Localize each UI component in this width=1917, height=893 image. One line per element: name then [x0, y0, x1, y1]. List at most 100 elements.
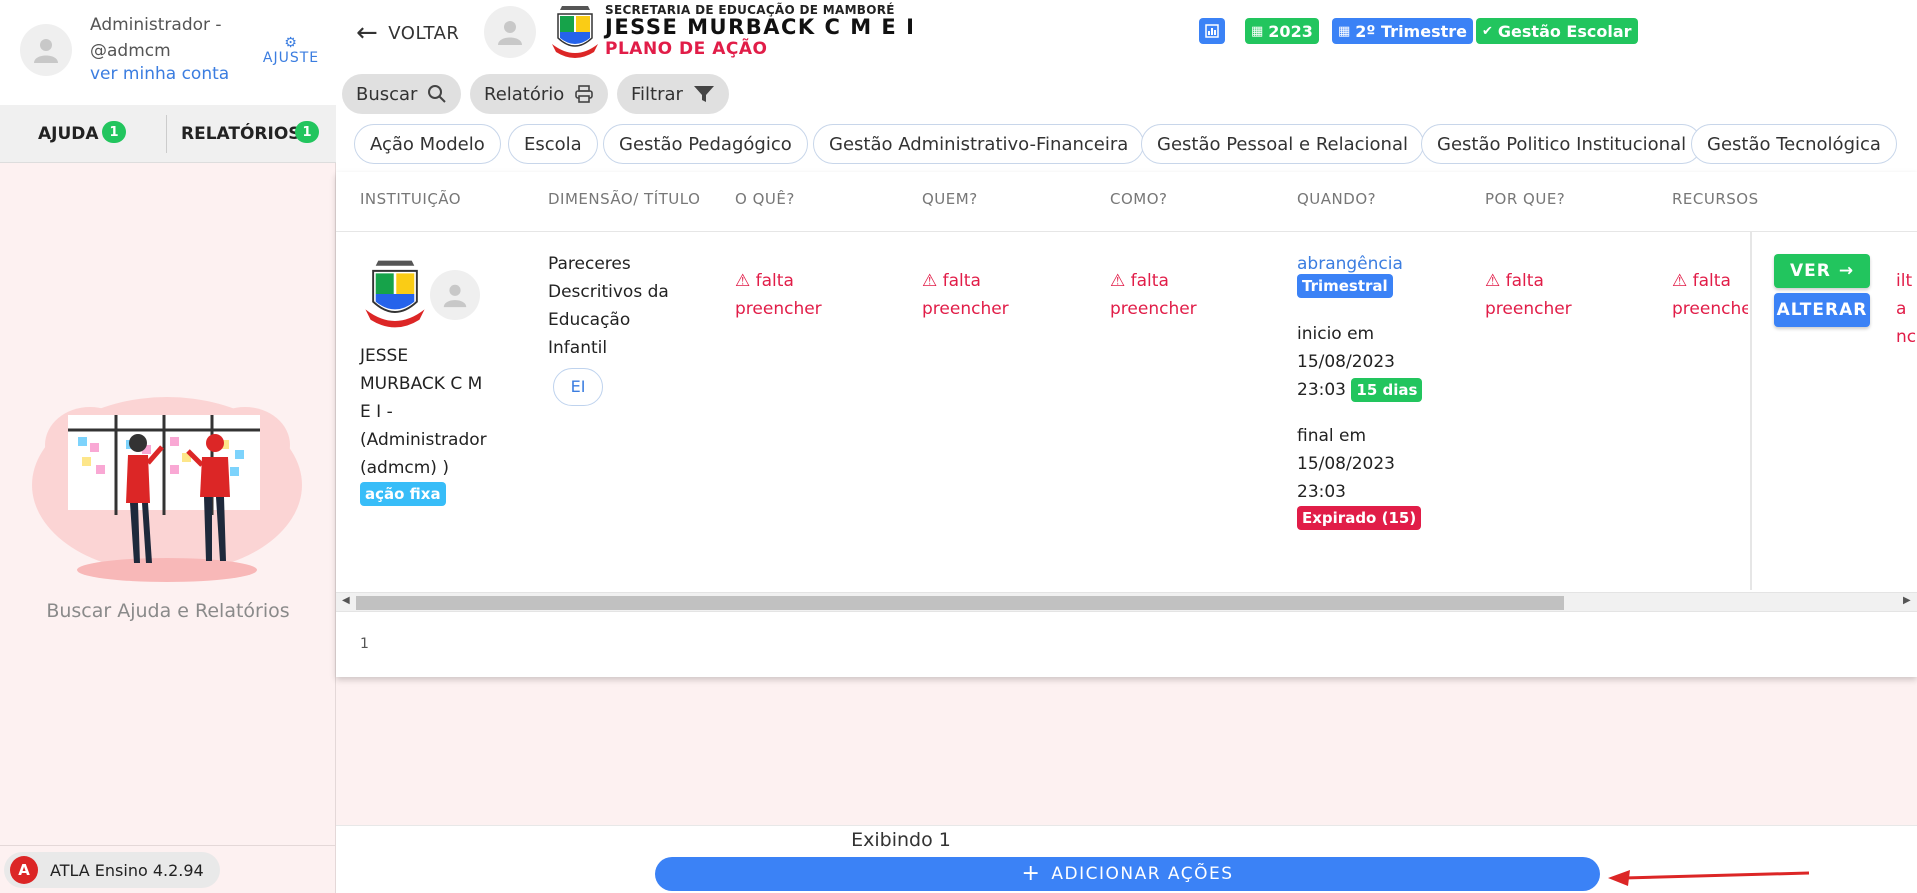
arrow-left-icon: ← [356, 18, 379, 48]
gear-icon: ⚙ [284, 35, 298, 51]
warning-icon: ⚠ [1672, 271, 1688, 291]
filter-chip-gestao-administrativo-financeira[interactable]: Gestão Administrativo-Financeira [813, 124, 1145, 164]
fixed-action-badge: ação fixa [360, 482, 446, 506]
user-avatar [20, 24, 72, 76]
printer-icon [575, 85, 594, 103]
filter-chip-gestao-pessoal-relacional[interactable]: Gestão Pessoal e Relacional [1141, 124, 1424, 164]
start-label: inicio em [1297, 324, 1375, 344]
sidebar-tabs: AJUDA 1 RELATÓRIOS 1 [0, 105, 336, 163]
arrow-right-icon: → [1838, 261, 1855, 281]
tab-reports[interactable]: RELATÓRIOS [181, 105, 301, 163]
start-date: 15/08/2023 [1297, 352, 1395, 372]
tab-help-badge: 1 [102, 121, 126, 143]
result-count: Exibindo 1 [851, 829, 951, 851]
institution-title: JESSE MURBACK C M E I [605, 15, 916, 39]
year-chip[interactable]: ▦ 2023 [1245, 18, 1319, 44]
title-tag-wrap: EI [553, 368, 603, 406]
column-header-institution: INSTITUIÇÃO [360, 190, 462, 208]
scroll-right-icon[interactable]: ▶ [1903, 595, 1911, 606]
end-time: 23:03 [1297, 482, 1346, 502]
term-chip[interactable]: ▦ 2º Trimestre [1332, 18, 1473, 44]
scroll-thumb[interactable] [356, 596, 1564, 610]
bar-chart-icon [1205, 24, 1219, 38]
user-name: Administrador - @admcm [90, 15, 222, 61]
dimension-title: Pareceres Descritivos da Educação Infant… [548, 254, 669, 358]
funnel-icon [693, 86, 714, 102]
filter-chip-gestao-pedagogico[interactable]: Gestão Pedagógico [603, 124, 808, 164]
help-illustration [32, 397, 302, 582]
horizontal-scrollbar[interactable]: ◀ ▶ [336, 592, 1917, 612]
tab-reports-label: RELATÓRIOS [181, 124, 301, 144]
page-number[interactable]: 1 [360, 636, 369, 652]
filter-label: Filtrar [631, 83, 683, 105]
scope-badge: Trimestral [1297, 274, 1393, 298]
institution-crest-icon [365, 260, 425, 328]
version-badge[interactable]: A ATLA Ensino 4.2.94 [4, 852, 220, 888]
ei-tag[interactable]: EI [553, 368, 603, 406]
main-area: ← VOLTAR SECRETARIA DE EDUCAÇÃO DE MAMBO… [336, 0, 1917, 893]
sidebar: Administrador - @admcm ver minha conta ⚙… [0, 0, 336, 893]
warning-icon: ⚠ [735, 271, 751, 291]
search-label: Buscar [356, 83, 418, 105]
account-link[interactable]: ver minha conta [90, 64, 229, 84]
warning-icon: ⚠ [922, 271, 938, 291]
institution-badge-wrap: ação fixa [360, 480, 446, 508]
settings-button[interactable]: ⚙ AJUSTE [258, 36, 324, 66]
header-divider [336, 231, 1917, 232]
mode-label: Gestão Escolar [1497, 21, 1632, 41]
warning-icon: ⚠ [1485, 271, 1501, 291]
calendar-icon: ▦ [1338, 23, 1351, 39]
why-cell[interactable]: ⚠ falta preencher [1485, 267, 1625, 323]
plus-icon: + [1021, 861, 1042, 886]
person-icon [498, 21, 522, 45]
when-cell: abrangência Trimestral inicio em 15/08/2… [1297, 250, 1447, 532]
institution-avatar [484, 6, 536, 58]
tab-help-label: AJUDA [38, 124, 99, 144]
footer: Exibindo 1 + ADICIONAR AÇÕES [336, 825, 1917, 893]
search-button[interactable]: Buscar [342, 74, 462, 114]
scroll-left-icon[interactable]: ◀ [342, 595, 350, 606]
help-search-text[interactable]: Buscar Ajuda e Relatórios [0, 600, 336, 622]
what-cell[interactable]: ⚠ falta preencher [735, 267, 875, 323]
add-actions-button[interactable]: + ADICIONAR AÇÕES [655, 857, 1600, 891]
view-button[interactable]: VER → [1774, 254, 1870, 288]
filter-chip-acao-modelo[interactable]: Ação Modelo [354, 124, 501, 164]
report-button[interactable]: Relatório [470, 74, 609, 114]
warning-icon: ⚠ [1110, 271, 1126, 291]
sidebar-divider [0, 845, 336, 846]
report-label: Relatório [484, 83, 565, 105]
how-cell[interactable]: ⚠ falta preencher [1110, 267, 1250, 323]
institution-name: JESSE MURBACK C M E I - (Administrador (… [360, 346, 487, 478]
actions-divider [1750, 232, 1752, 590]
column-header-title: DIMENSÃO/ TÍTULO [548, 190, 701, 208]
user-box: Administrador - @admcm ver minha conta ⚙… [0, 0, 336, 105]
stats-chip[interactable] [1199, 18, 1225, 44]
filter-chip-gestao-politico-institucional[interactable]: Gestão Politico Institucional [1421, 124, 1703, 164]
year-label: 2023 [1268, 21, 1313, 41]
filter-chip-escola[interactable]: Escola [508, 124, 598, 164]
end-label: final em [1297, 426, 1367, 446]
settings-label: AJUSTE [262, 50, 320, 66]
resources-cell[interactable]: ⚠ falta preenche [1672, 267, 1748, 323]
mode-chip[interactable]: ✔ Gestão Escolar [1476, 18, 1638, 44]
filter-button[interactable]: Filtrar [617, 74, 729, 114]
tab-help[interactable]: AJUDA [38, 105, 99, 163]
column-header-why: POR QUE? [1485, 190, 1566, 208]
annotation-arrow-icon [1608, 870, 1810, 886]
duration-badge: 15 dias [1351, 378, 1423, 402]
scope-link[interactable]: abrangência [1297, 254, 1403, 274]
check-circle-icon: ✔ [1482, 23, 1493, 39]
search-icon [428, 85, 447, 103]
expired-badge: Expirado (15) [1297, 506, 1422, 530]
calendar-icon: ▦ [1251, 23, 1264, 39]
topbar: ← VOLTAR SECRETARIA DE EDUCAÇÃO DE MAMBO… [336, 0, 1917, 172]
who-cell[interactable]: ⚠ falta preencher [922, 267, 1062, 323]
start-time: 23:03 [1297, 380, 1346, 400]
edit-button[interactable]: ALTERAR [1774, 293, 1870, 327]
filter-chip-gestao-tecnologica[interactable]: Gestão Tecnológica [1691, 124, 1897, 164]
municipal-crest-icon [552, 6, 598, 58]
tab-reports-badge: 1 [295, 121, 319, 143]
view-label: VER [1789, 261, 1831, 281]
version-label: ATLA Ensino 4.2.94 [50, 860, 204, 880]
back-button[interactable]: ← VOLTAR [356, 20, 459, 46]
